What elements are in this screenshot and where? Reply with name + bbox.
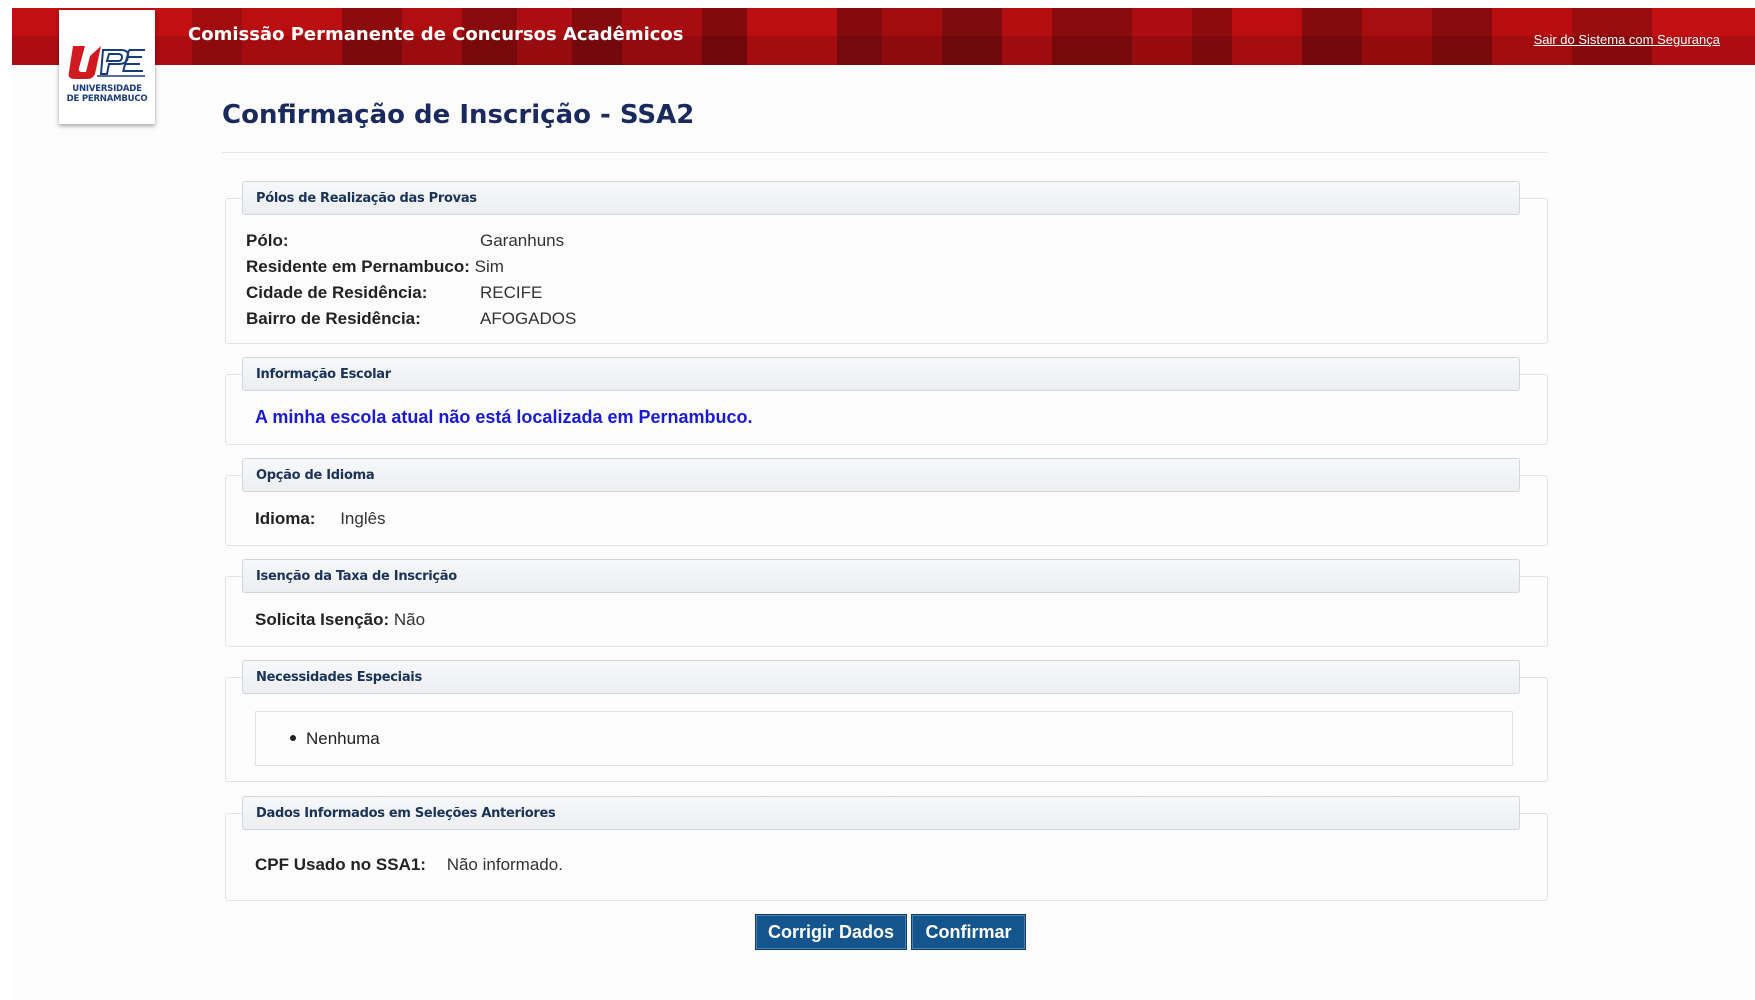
field-value: Garanhuns: [480, 231, 565, 250]
field-label: Bairro de Residência:: [246, 309, 421, 328]
field-label: Idioma:: [255, 509, 316, 528]
upe-logo-mark-icon: [68, 46, 145, 79]
field-label: Pólo:: [246, 231, 289, 250]
field-isencao: Solicita Isenção: Não: [255, 610, 425, 630]
field-polo: Pólo:: [246, 231, 289, 251]
list-item-label: Nenhuma: [306, 729, 380, 748]
field-polo-value: Garanhuns: [480, 231, 564, 251]
section-header-necessidades: Necessidades Especiais: [242, 660, 1520, 694]
field-value: Não: [393, 610, 426, 629]
section-header-polos: Pólos de Realização das Provas: [242, 181, 1520, 215]
field-label: Solicita Isenção:: [255, 610, 390, 629]
section-necessidades: Necessidades Especiais Nenhuma: [225, 660, 1548, 782]
corrigir-dados-button[interactable]: Corrigir Dados: [755, 914, 907, 950]
section-escolar: Informação Escolar A minha escola atual …: [225, 357, 1548, 445]
section-heading: Informação Escolar: [256, 367, 391, 382]
field-residente: Residente em Pernambuco: Sim: [246, 257, 504, 277]
section-heading: Opção de Idioma: [256, 468, 375, 483]
field-bairro: Bairro de Residência:: [246, 309, 421, 329]
section-anteriores: Dados Informados em Seleções Anteriores …: [225, 796, 1548, 901]
logo-text-line1: UNIVERSIDADE: [72, 84, 142, 94]
section-heading: Pólos de Realização das Provas: [256, 191, 477, 206]
school-location-note: A minha escola atual não está localizada…: [255, 407, 753, 427]
field-bairro-value: AFOGADOS: [480, 309, 576, 329]
field-cpf-ssa1: CPF Usado no SSA1: Não informado.: [255, 855, 563, 875]
title-divider: [222, 152, 1547, 153]
section-isencao: Isenção da Taxa de Inscrição Solicita Is…: [225, 559, 1548, 647]
section-heading: Isenção da Taxa de Inscrição: [256, 569, 457, 584]
field-cidade-value: RECIFE: [480, 283, 542, 303]
field-value: Inglês: [340, 509, 386, 528]
section-header-anteriores: Dados Informados em Seleções Anteriores: [242, 796, 1520, 830]
needs-list-box: Nenhuma: [255, 711, 1513, 766]
section-header-idioma: Opção de Idioma: [242, 458, 1520, 492]
field-label: CPF Usado no SSA1:: [255, 855, 426, 874]
section-header-isencao: Isenção da Taxa de Inscrição: [242, 559, 1520, 593]
field-value: Não informado.: [446, 855, 563, 874]
field-idioma: Idioma: Inglês: [255, 509, 386, 529]
header-title: Comissão Permanente de Concursos Acadêmi…: [188, 24, 684, 45]
section-polos: Pólos de Realização das Provas Pólo: Gar…: [225, 181, 1548, 344]
university-logo: UNIVERSIDADE DE PERNAMBUCO: [59, 10, 155, 124]
field-value: RECIFE: [480, 283, 543, 302]
field-label: Cidade de Residência:: [246, 283, 428, 302]
section-heading: Necessidades Especiais: [256, 670, 422, 685]
field-label: Residente em Pernambuco:: [246, 257, 470, 276]
confirmar-button[interactable]: Confirmar: [911, 914, 1026, 950]
section-heading: Dados Informados em Seleções Anteriores: [256, 806, 556, 821]
list-item: Nenhuma: [290, 729, 380, 749]
section-header-escolar: Informação Escolar: [242, 357, 1520, 391]
page-title: Confirmação de Inscrição - SSA2: [222, 100, 695, 130]
field-cidade: Cidade de Residência:: [246, 283, 427, 303]
field-value: Sim: [474, 257, 504, 276]
logout-link[interactable]: Sair do Sistema com Segurança: [1534, 32, 1720, 47]
logo-text-line2: DE PERNAMBUCO: [66, 94, 148, 104]
field-value: AFOGADOS: [480, 309, 577, 328]
section-idioma: Opção de Idioma Idioma: Inglês: [225, 458, 1548, 546]
bullet-icon: [290, 735, 296, 742]
